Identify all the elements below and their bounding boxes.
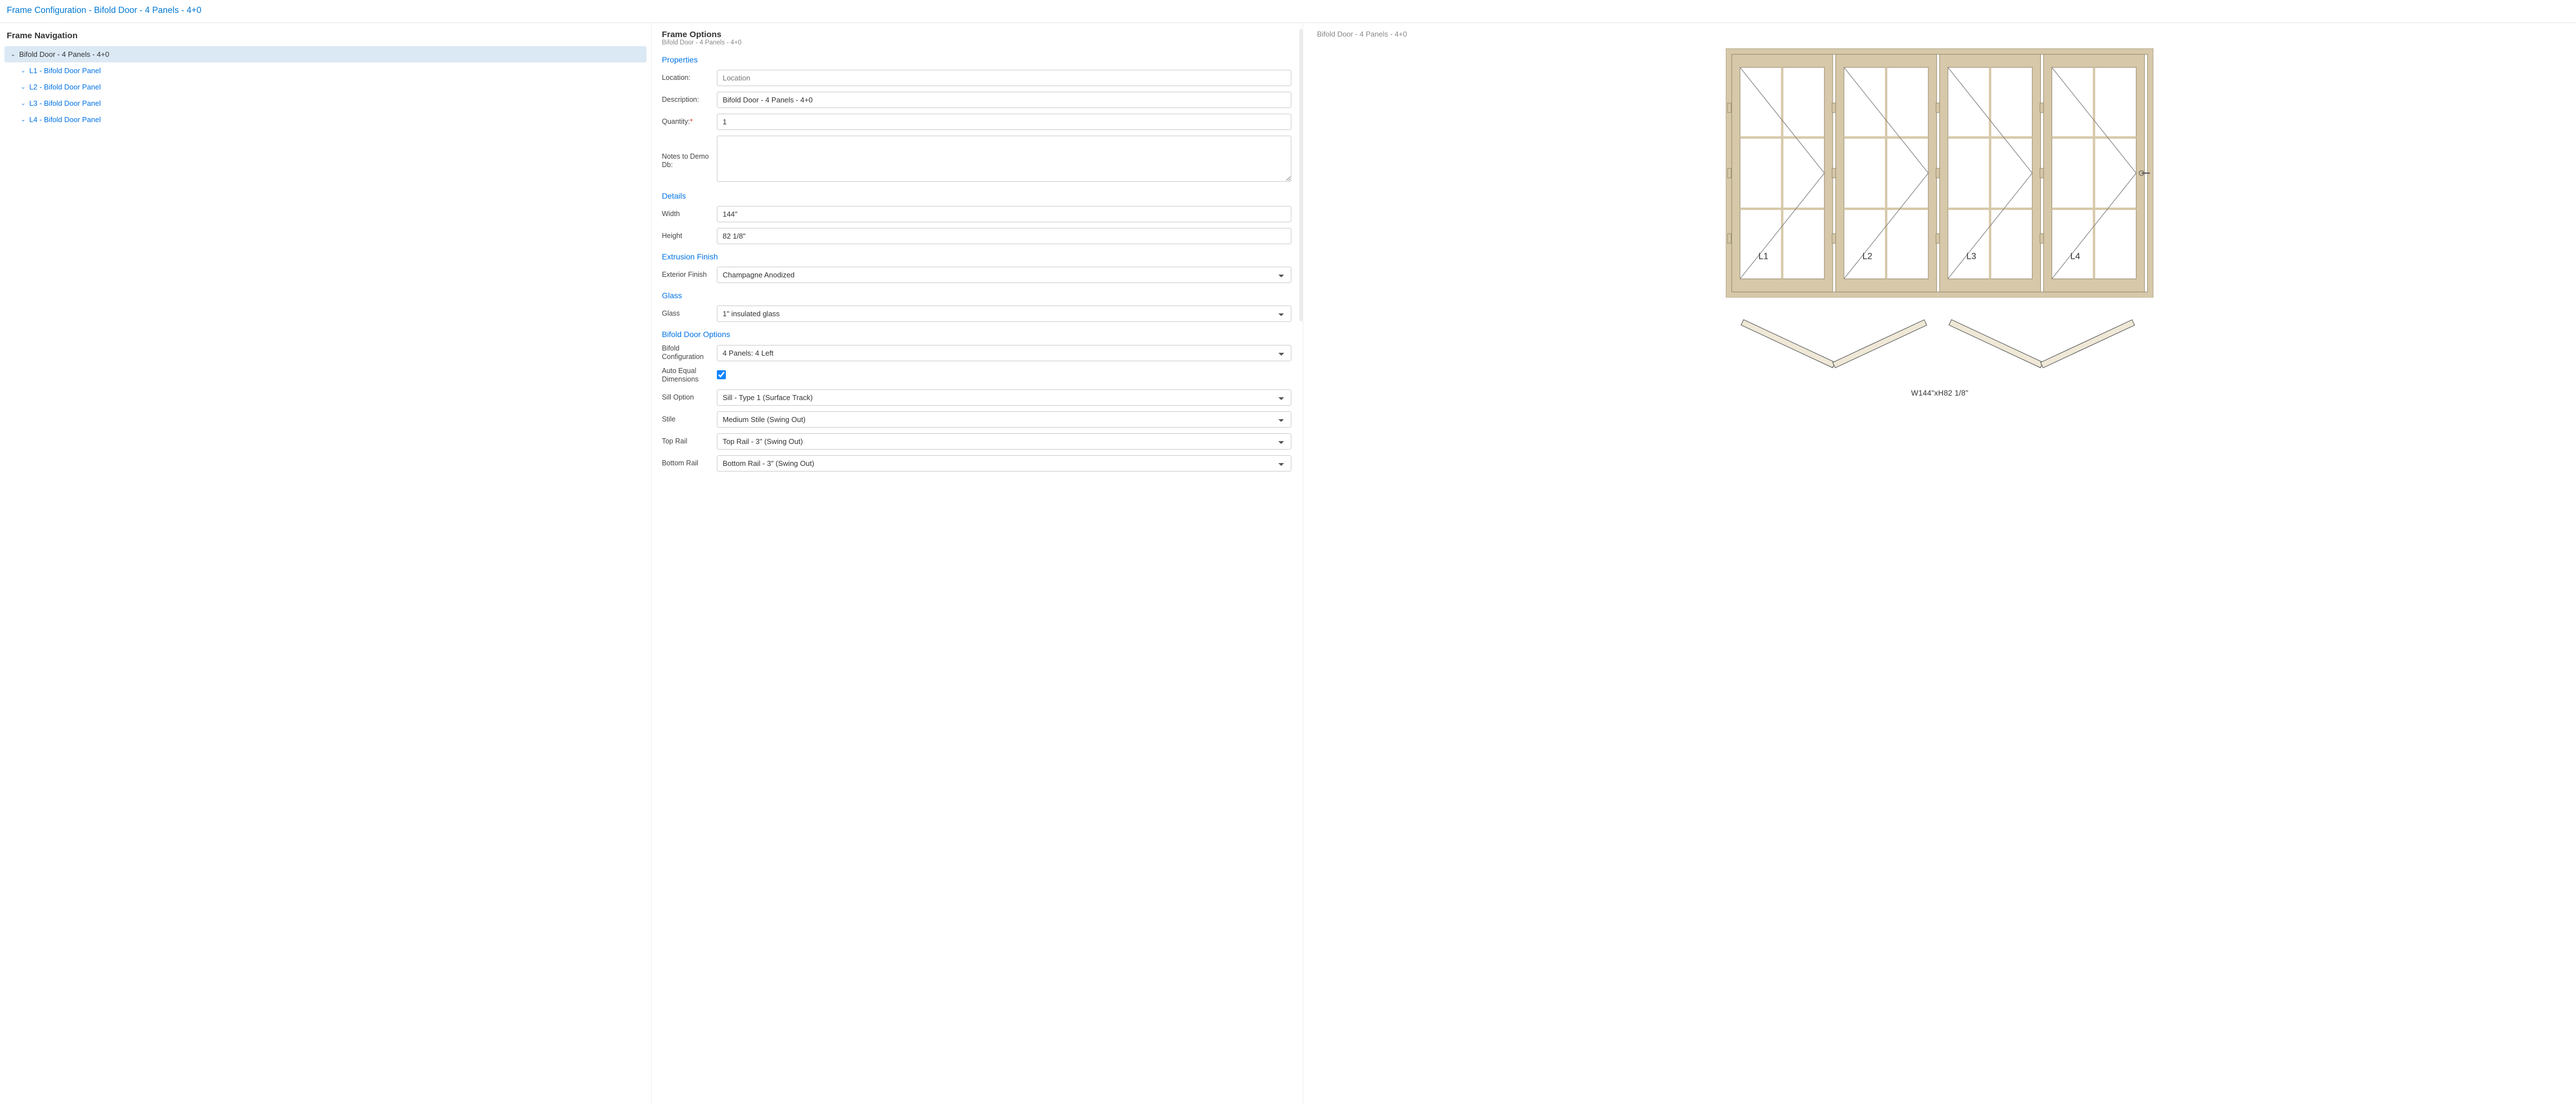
tree-item-l1[interactable]: ⌄ L1 - Bifold Door Panel	[5, 62, 647, 79]
door-elevation-drawing: L1 L2 L3 L4	[1726, 48, 2153, 298]
label-sill-option: Sill Option	[662, 393, 717, 402]
height-input[interactable]	[717, 228, 1291, 244]
panel-label: L2	[1863, 252, 1873, 262]
top-rail-select[interactable]: Top Rail - 3" (Swing Out)	[717, 433, 1291, 450]
width-input[interactable]	[717, 206, 1291, 222]
label-notes: Notes to Demo Db:	[662, 136, 717, 169]
chevron-down-icon: ⌄	[10, 51, 16, 57]
exterior-finish-select[interactable]: Champagne Anodized	[717, 267, 1291, 283]
panel-label: L1	[1758, 252, 1769, 262]
stile-select[interactable]: Medium Stile (Swing Out)	[717, 411, 1291, 428]
frame-navigation-panel: Frame Navigation ⌄ Bifold Door - 4 Panel…	[0, 23, 652, 1104]
description-input[interactable]	[717, 92, 1291, 108]
chevron-down-icon: ⌄	[20, 68, 26, 73]
label-description: Description:	[662, 96, 717, 104]
preview-breadcrumb: Bifold Door - 4 Panels - 4+0	[1317, 30, 2562, 38]
chevron-down-icon: ⌄	[20, 116, 26, 122]
quantity-input[interactable]	[717, 114, 1291, 130]
dimension-text: W144"xH82 1/8"	[1726, 389, 2153, 397]
tree-item-label: L1 - Bifold Door Panel	[29, 66, 101, 75]
tree-item-l3[interactable]: ⌄ L3 - Bifold Door Panel	[5, 95, 647, 111]
tree-item-label: L2 - Bifold Door Panel	[29, 83, 101, 91]
frame-options-panel: Frame Options Bifold Door - 4 Panels - 4…	[652, 23, 1303, 1104]
page-title: Frame Configuration - Bifold Door - 4 Pa…	[0, 0, 2576, 23]
label-stile: Stile	[662, 415, 717, 424]
label-bottom-rail: Bottom Rail	[662, 459, 717, 468]
bifold-config-select[interactable]: 4 Panels: 4 Left	[717, 345, 1291, 361]
glass-select[interactable]: 1" insulated glass	[717, 306, 1291, 322]
section-properties: Properties	[662, 55, 1291, 64]
bottom-rail-select[interactable]: Bottom Rail - 3" (Swing Out)	[717, 455, 1291, 472]
chevron-down-icon: ⌄	[20, 84, 26, 89]
preview-panel: Bifold Door - 4 Panels - 4+0	[1303, 23, 2576, 1104]
frame-options-heading: Frame Options	[662, 30, 1291, 39]
label-location: Location:	[662, 74, 717, 82]
tree-root-label: Bifold Door - 4 Panels - 4+0	[19, 50, 109, 59]
label-top-rail: Top Rail	[662, 437, 717, 446]
tree-item-label: L4 - Bifold Door Panel	[29, 115, 101, 124]
label-width: Width	[662, 210, 717, 218]
section-extrusion-finish: Extrusion Finish	[662, 252, 1291, 261]
label-exterior-finish: Exterior Finish	[662, 271, 717, 279]
auto-equal-checkbox[interactable]	[717, 370, 726, 379]
location-input[interactable]	[717, 70, 1291, 86]
tree-item-l2[interactable]: ⌄ L2 - Bifold Door Panel	[5, 79, 647, 95]
label-glass: Glass	[662, 309, 717, 318]
notes-textarea[interactable]	[717, 136, 1291, 182]
panel-label: L3	[1967, 252, 1977, 262]
section-glass: Glass	[662, 291, 1291, 300]
sill-option-select[interactable]: Sill - Type 1 (Surface Track)	[717, 389, 1291, 406]
frame-navigation-heading: Frame Navigation	[7, 31, 644, 41]
tree-root-bifold-door[interactable]: ⌄ Bifold Door - 4 Panels - 4+0	[5, 46, 647, 62]
label-auto-equal: Auto Equal Dimensions	[662, 367, 717, 384]
panel-label: L4	[2070, 252, 2080, 262]
door-plan-drawing	[1726, 308, 2153, 385]
chevron-down-icon: ⌄	[20, 100, 26, 106]
section-bifold-options: Bifold Door Options	[662, 330, 1291, 339]
tree-item-l4[interactable]: ⌄ L4 - Bifold Door Panel	[5, 111, 647, 128]
frame-options-subheading: Bifold Door - 4 Panels - 4+0	[662, 39, 1291, 46]
label-height: Height	[662, 232, 717, 240]
label-quantity: Quantity:*	[662, 118, 717, 126]
label-bifold-config: Bifold Configuration	[662, 344, 717, 361]
section-details: Details	[662, 191, 1291, 200]
tree-item-label: L3 - Bifold Door Panel	[29, 99, 101, 107]
